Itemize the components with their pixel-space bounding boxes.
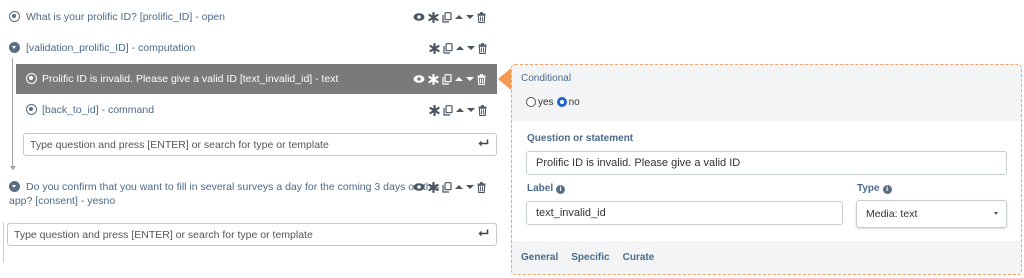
outer-line	[3, 222, 4, 262]
copy-icon[interactable]	[442, 73, 452, 85]
eye-icon[interactable]	[413, 12, 425, 22]
radio-question-icon	[26, 73, 37, 84]
trash-icon[interactable]	[477, 181, 486, 193]
info-icon[interactable]: i	[882, 185, 892, 194]
asterisk-icon[interactable]	[428, 73, 439, 85]
move-up-icon[interactable]	[456, 107, 464, 113]
question-row-label-line2: app? [consent] - yesno	[9, 195, 116, 207]
asterisk-icon[interactable]	[429, 104, 440, 116]
row-toolbar	[413, 180, 486, 194]
trash-icon[interactable]	[478, 42, 487, 54]
tab-specific[interactable]: Specific	[571, 252, 609, 263]
asterisk-icon[interactable]	[428, 11, 439, 23]
tab-general[interactable]: General	[521, 252, 558, 263]
move-down-icon[interactable]	[466, 76, 474, 82]
chevron-down-icon	[994, 212, 998, 215]
type-select[interactable]: Media: text	[856, 200, 1007, 228]
collapse-arrow-icon[interactable]	[9, 181, 20, 192]
question-field-label: Question or statement	[527, 133, 634, 144]
asterisk-icon[interactable]	[429, 42, 440, 54]
label-value: text_invalid_id	[536, 207, 606, 219]
trash-icon[interactable]	[477, 73, 486, 85]
copy-icon[interactable]	[442, 11, 452, 23]
radio-yes[interactable]	[526, 97, 536, 107]
move-up-icon[interactable]	[455, 76, 463, 82]
conditional-options: yes no	[526, 96, 580, 108]
nesting-line	[12, 58, 13, 170]
type-select-value: Media: text	[866, 208, 918, 220]
trash-icon[interactable]	[478, 104, 487, 116]
asterisk-icon[interactable]	[428, 181, 439, 193]
move-up-icon[interactable]	[455, 14, 463, 20]
move-up-icon[interactable]	[455, 184, 463, 190]
move-down-icon[interactable]	[467, 45, 475, 51]
question-row-label: What is your prolific ID? [prolific_ID] …	[26, 11, 225, 23]
question-row-back-to-id[interactable]: [back_to_id] - command	[16, 100, 497, 120]
move-down-icon[interactable]	[466, 184, 474, 190]
question-detail-panel: Conditional yes no Question or statement…	[511, 64, 1022, 275]
trash-icon[interactable]	[477, 11, 486, 23]
nesting-line-end	[10, 166, 16, 170]
question-row-label: [back_to_id] - command	[42, 104, 155, 116]
move-up-icon[interactable]	[456, 45, 464, 51]
radio-question-icon	[9, 11, 20, 22]
conditional-label: Conditional	[521, 73, 572, 84]
enter-icon[interactable]	[478, 139, 489, 151]
radio-no[interactable]	[556, 97, 567, 107]
eye-icon[interactable]	[413, 74, 425, 84]
question-row-selected[interactable]: Prolific ID is invalid. Please give a va…	[16, 64, 497, 94]
type-field-label-text: Type	[857, 183, 880, 194]
move-down-icon[interactable]	[467, 107, 475, 113]
row-toolbar	[413, 10, 486, 24]
question-statement-value: Prolific ID is invalid. Please give a va…	[536, 157, 741, 169]
question-row-label: Prolific ID is invalid. Please give a va…	[42, 73, 339, 85]
add-question-placeholder: Type question and press [ENTER] or searc…	[30, 138, 329, 151]
info-icon[interactable]: i	[556, 185, 566, 194]
panel-pointer	[498, 68, 511, 90]
copy-icon[interactable]	[443, 104, 453, 116]
add-question-input-nested[interactable]: Type question and press [ENTER] or searc…	[23, 133, 497, 156]
tab-curate[interactable]: Curate	[623, 252, 655, 263]
type-field-label: Type i	[857, 183, 892, 194]
panel-tabs: General Specific Curate	[521, 252, 654, 263]
label-field-label-text: Label	[527, 183, 554, 194]
add-question-input[interactable]: Type question and press [ENTER] or searc…	[7, 223, 497, 246]
question-row-validation[interactable]: [validation_prolific_ID] - computation	[0, 38, 497, 58]
label-field-label: Label i	[527, 183, 566, 194]
question-row-label-line1: Do you confirm that you want to fill in …	[26, 181, 440, 193]
label-input[interactable]: text_invalid_id	[526, 201, 843, 225]
move-down-icon[interactable]	[466, 14, 474, 20]
add-question-placeholder: Type question and press [ENTER] or searc…	[14, 228, 313, 241]
eye-icon[interactable]	[413, 182, 425, 192]
radio-yes-label: yes	[538, 96, 554, 108]
row-toolbar	[429, 103, 487, 117]
radio-question-icon	[26, 104, 37, 115]
radio-no-label: no	[568, 96, 580, 108]
copy-icon[interactable]	[442, 181, 452, 193]
row-toolbar	[413, 72, 486, 86]
enter-icon[interactable]	[478, 229, 489, 241]
question-row-label: [validation_prolific_ID] - computation	[26, 42, 196, 54]
row-toolbar	[429, 41, 487, 55]
question-row-consent[interactable]: Do you confirm that you want to fill in …	[0, 178, 497, 208]
question-row-prolific-id[interactable]: What is your prolific ID? [prolific_ID] …	[0, 7, 497, 27]
collapse-arrow-icon[interactable]	[9, 42, 20, 53]
question-statement-input[interactable]: Prolific ID is invalid. Please give a va…	[526, 151, 1007, 175]
copy-icon[interactable]	[443, 42, 453, 54]
